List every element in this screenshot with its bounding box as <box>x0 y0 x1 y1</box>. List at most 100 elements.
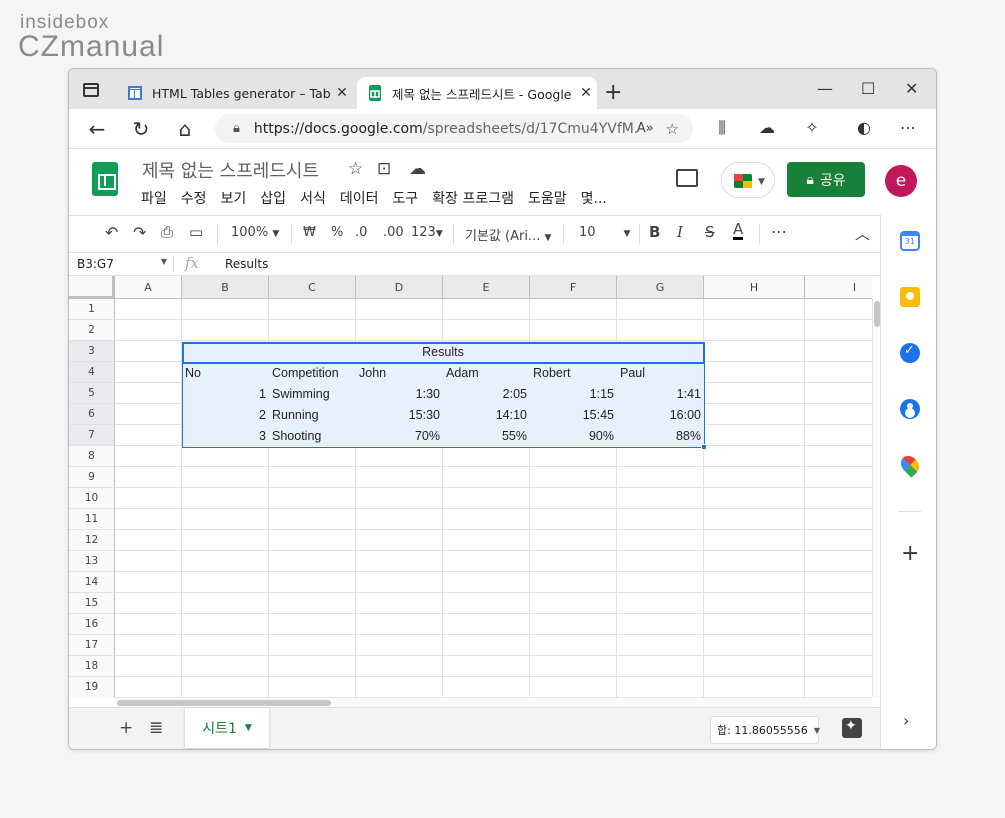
bold-button[interactable]: B <box>649 223 660 241</box>
sheet-tab[interactable]: 시트1 ▼ <box>185 708 269 748</box>
row-header[interactable]: 3 <box>69 341 115 362</box>
fill-handle[interactable] <box>701 444 707 450</box>
undo-icon[interactable]: ↶ <box>105 223 118 242</box>
percent-format-button[interactable]: % <box>331 225 343 240</box>
zoom-select[interactable]: 100% ▼ <box>231 225 279 240</box>
name-box[interactable]: B3:G7 ▼ <box>77 257 167 271</box>
menu-format[interactable]: 서식 <box>300 188 326 208</box>
close-tab-icon[interactable]: ✕ <box>575 85 597 101</box>
minimize-icon[interactable]: — <box>817 79 833 98</box>
row-header[interactable]: 2 <box>69 320 115 341</box>
maps-icon[interactable] <box>897 452 923 478</box>
keep-icon[interactable] <box>900 287 920 307</box>
contacts-icon[interactable] <box>900 399 920 419</box>
row-header[interactable]: 15 <box>69 593 115 614</box>
horizontal-scrollbar[interactable] <box>115 697 872 707</box>
cloud-icon[interactable]: ☁ <box>756 118 778 137</box>
close-tab-icon[interactable]: ✕ <box>331 85 353 101</box>
column-header[interactable]: H <box>704 276 805 299</box>
more-menu-icon[interactable]: ⋯ <box>897 118 919 137</box>
font-size-select[interactable]: 10 ▼ <box>579 225 630 240</box>
strikethrough-button[interactable]: S <box>705 223 715 241</box>
row-header[interactable]: 4 <box>69 362 115 383</box>
row-header[interactable]: 11 <box>69 509 115 530</box>
avatar[interactable]: e <box>885 165 917 197</box>
more-formats-button[interactable]: 123▼ <box>411 225 443 240</box>
calendar-icon[interactable]: 31 <box>900 231 920 251</box>
select-all-corner[interactable] <box>69 276 115 299</box>
sheets-logo-icon[interactable] <box>92 162 118 196</box>
menu-edit[interactable]: 수정 <box>181 188 207 208</box>
sum-indicator[interactable]: 합: 11.86055556 ▼ <box>710 716 820 744</box>
menu-more[interactable]: 몇... <box>581 188 607 208</box>
column-header[interactable]: G <box>617 276 704 299</box>
tab-actions-icon[interactable] <box>83 83 99 97</box>
chevron-right-icon[interactable]: › <box>903 711 909 730</box>
maximize-icon[interactable]: ☐ <box>861 79 875 98</box>
add-favorite-icon[interactable]: ☆ <box>666 120 679 138</box>
star-icon[interactable]: ☆ <box>348 159 363 179</box>
tab-tables-generator[interactable]: HTML Tables generator – TablesG ✕ <box>117 77 353 109</box>
cloud-status-icon[interactable]: ☁ <box>409 159 426 179</box>
url-bar[interactable]: 🔒︎ https://docs.google.com/spreadsheets/… <box>215 114 693 143</box>
paint-format-icon[interactable]: ▭ <box>189 223 203 241</box>
column-header[interactable]: E <box>443 276 530 299</box>
reload-icon[interactable]: ↻ <box>129 117 153 141</box>
row-header[interactable]: 16 <box>69 614 115 635</box>
italic-button[interactable]: I <box>677 223 683 241</box>
formula-input[interactable]: Results <box>225 257 268 271</box>
row-header[interactable]: 9 <box>69 467 115 488</box>
add-sheet-icon[interactable]: + <box>119 718 133 738</box>
move-folder-icon[interactable]: ⊡ <box>377 159 391 179</box>
scroll-thumb[interactable] <box>117 700 331 706</box>
font-select[interactable]: 기본값 (Ari... ▼ <box>465 225 551 244</box>
close-window-icon[interactable]: ✕ <box>905 79 918 98</box>
tasks-icon[interactable] <box>900 343 920 363</box>
row-header[interactable]: 7 <box>69 425 115 446</box>
back-icon[interactable]: ← <box>85 117 109 141</box>
meet-button[interactable]: ▼ <box>721 162 775 198</box>
menu-help[interactable]: 도움말 <box>528 188 567 208</box>
profile-icon[interactable]: ◐ <box>853 118 875 137</box>
row-header[interactable]: 18 <box>69 656 115 677</box>
row-header[interactable]: 13 <box>69 551 115 572</box>
row-header[interactable]: 6 <box>69 404 115 425</box>
decrease-decimal-button[interactable]: .0 <box>355 225 367 240</box>
currency-format-button[interactable]: ₩ <box>303 225 316 240</box>
row-header[interactable]: 19 <box>69 677 115 697</box>
column-header[interactable]: F <box>530 276 617 299</box>
tab-spreadsheet[interactable]: 제목 없는 스프레드시트 - Google ✕ <box>357 77 597 109</box>
read-aloud-icon[interactable]: A» <box>637 121 654 136</box>
share-button[interactable]: 🔒︎ 공유 <box>787 162 865 197</box>
column-header[interactable]: I <box>805 276 872 299</box>
collections-icon[interactable]: ⫼ <box>711 118 733 138</box>
text-color-button[interactable]: A <box>733 221 744 240</box>
menu-extensions[interactable]: 확장 프로그램 <box>432 188 514 208</box>
redo-icon[interactable]: ↷ <box>133 223 146 242</box>
menu-file[interactable]: 파일 <box>141 188 167 208</box>
extensions-icon[interactable]: ✧ <box>801 118 823 137</box>
spreadsheet-grid[interactable]: ABCDEFGHI 1 2 3 4 5 6 7 8 9 10 11 12 13 14 15 16 17 18 19 … <box>69 276 872 697</box>
column-header[interactable]: A <box>115 276 182 299</box>
menu-tools[interactable]: 도구 <box>392 188 418 208</box>
home-icon[interactable]: ⌂ <box>173 117 197 141</box>
more-tools-button[interactable]: ⋯ <box>771 222 787 241</box>
menu-data[interactable]: 데이터 <box>340 188 379 208</box>
increase-decimal-button[interactable]: .00 <box>383 225 404 240</box>
print-icon[interactable]: ⎙ <box>161 223 173 241</box>
explore-icon[interactable] <box>842 718 862 738</box>
new-tab-button[interactable]: + <box>604 80 622 105</box>
comment-icon[interactable] <box>676 169 698 187</box>
all-sheets-icon[interactable]: ≣ <box>149 718 163 738</box>
collapse-toolbar-icon[interactable]: ︿ <box>855 223 870 244</box>
row-header[interactable]: 17 <box>69 635 115 656</box>
add-addon-icon[interactable]: + <box>901 541 919 566</box>
row-header[interactable]: 5 <box>69 383 115 404</box>
row-header[interactable]: 8 <box>69 446 115 467</box>
column-header[interactable]: B <box>182 276 269 299</box>
column-header[interactable]: D <box>356 276 443 299</box>
row-header[interactable]: 10 <box>69 488 115 509</box>
menu-insert[interactable]: 삽입 <box>260 188 286 208</box>
row-header[interactable]: 12 <box>69 530 115 551</box>
menu-view[interactable]: 보기 <box>221 188 247 208</box>
